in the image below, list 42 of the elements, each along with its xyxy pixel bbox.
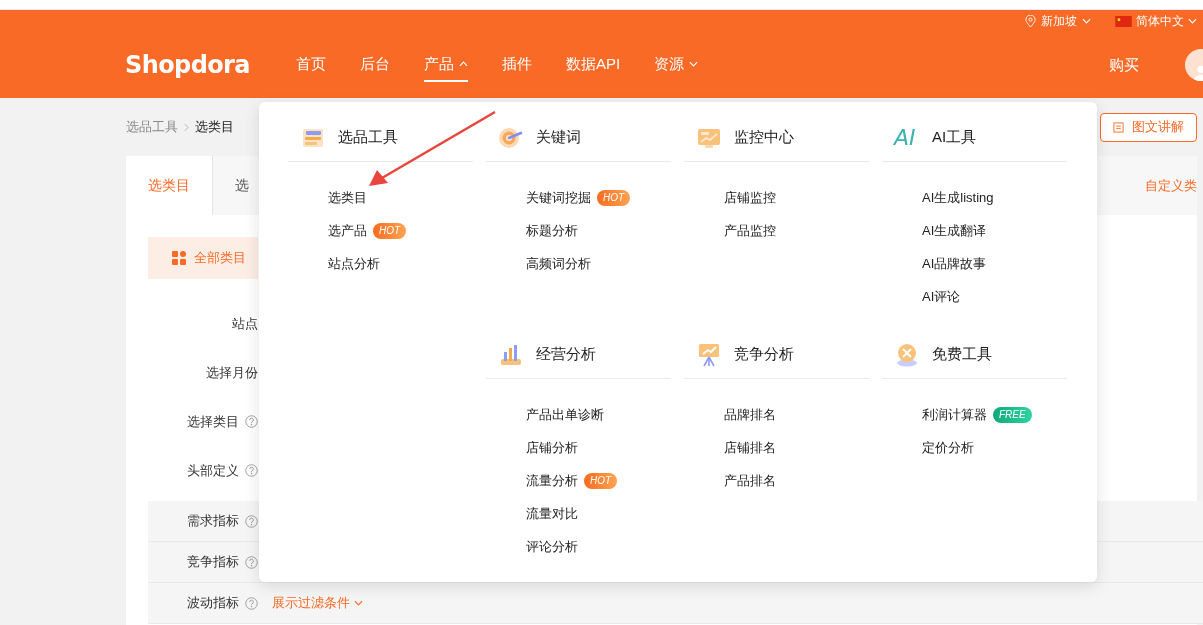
menu-section-title: 关键词	[536, 127, 581, 148]
menu-section-title: 免费工具	[932, 344, 992, 365]
menu-section-title: 监控中心	[734, 127, 794, 148]
menu-item[interactable]: 流量分析	[526, 471, 578, 491]
menu-item[interactable]: 产品监控	[724, 221, 776, 241]
menu-item[interactable]: 选产品	[328, 221, 367, 241]
field-label: 选择类目	[187, 412, 239, 431]
menu-item[interactable]: 标题分析	[526, 221, 578, 241]
menu-section-title: 竞争分析	[734, 344, 794, 365]
filter-label: 波动指标	[187, 594, 239, 613]
menu-item[interactable]: 利润计算器	[922, 405, 987, 425]
filter-label: 需求指标	[187, 512, 239, 531]
menu-section-title: 选品工具	[338, 127, 398, 148]
menu-item[interactable]: AI评论	[922, 287, 961, 307]
menu-item[interactable]: 产品排名	[724, 471, 776, 491]
menu-item[interactable]: 定价分析	[922, 438, 974, 458]
menu-item[interactable]: 站点分析	[328, 254, 380, 274]
menu-item[interactable]: 品牌排名	[724, 405, 776, 425]
field-label: 站点	[232, 314, 258, 333]
filter-label: 竞争指标	[187, 553, 239, 572]
badge: FREE	[993, 407, 1032, 423]
menu-item[interactable]: 店铺分析	[526, 438, 578, 458]
menu-item[interactable]: 高频词分析	[526, 254, 591, 274]
menu-item[interactable]: AI品牌故事	[922, 254, 987, 274]
menu-item[interactable]: 关键词挖掘	[526, 188, 591, 208]
ai-logo: AI	[894, 125, 917, 150]
menu-item[interactable]: AI生成listing	[922, 188, 994, 208]
badge: HOT	[597, 190, 631, 206]
menu-item[interactable]: 选类目	[328, 188, 367, 208]
menu-item[interactable]: 评论分析	[526, 537, 578, 557]
menu-item[interactable]: 店铺监控	[724, 188, 776, 208]
menu-item[interactable]: 产品出单诊断	[526, 405, 604, 425]
badge: HOT	[584, 473, 618, 489]
menu-section-title: AI工具	[932, 127, 977, 148]
field-label: 选择月份	[206, 363, 258, 382]
menu-item[interactable]: 流量对比	[526, 504, 578, 524]
badge: HOT	[373, 223, 407, 239]
menu-section-title: 经营分析	[536, 344, 596, 365]
menu-item[interactable]: 店铺排名	[724, 438, 776, 458]
breadcrumb-current: 选类目	[195, 118, 234, 137]
field-label: 头部定义	[187, 461, 239, 480]
menu-item[interactable]: AI生成翻译	[922, 221, 987, 241]
